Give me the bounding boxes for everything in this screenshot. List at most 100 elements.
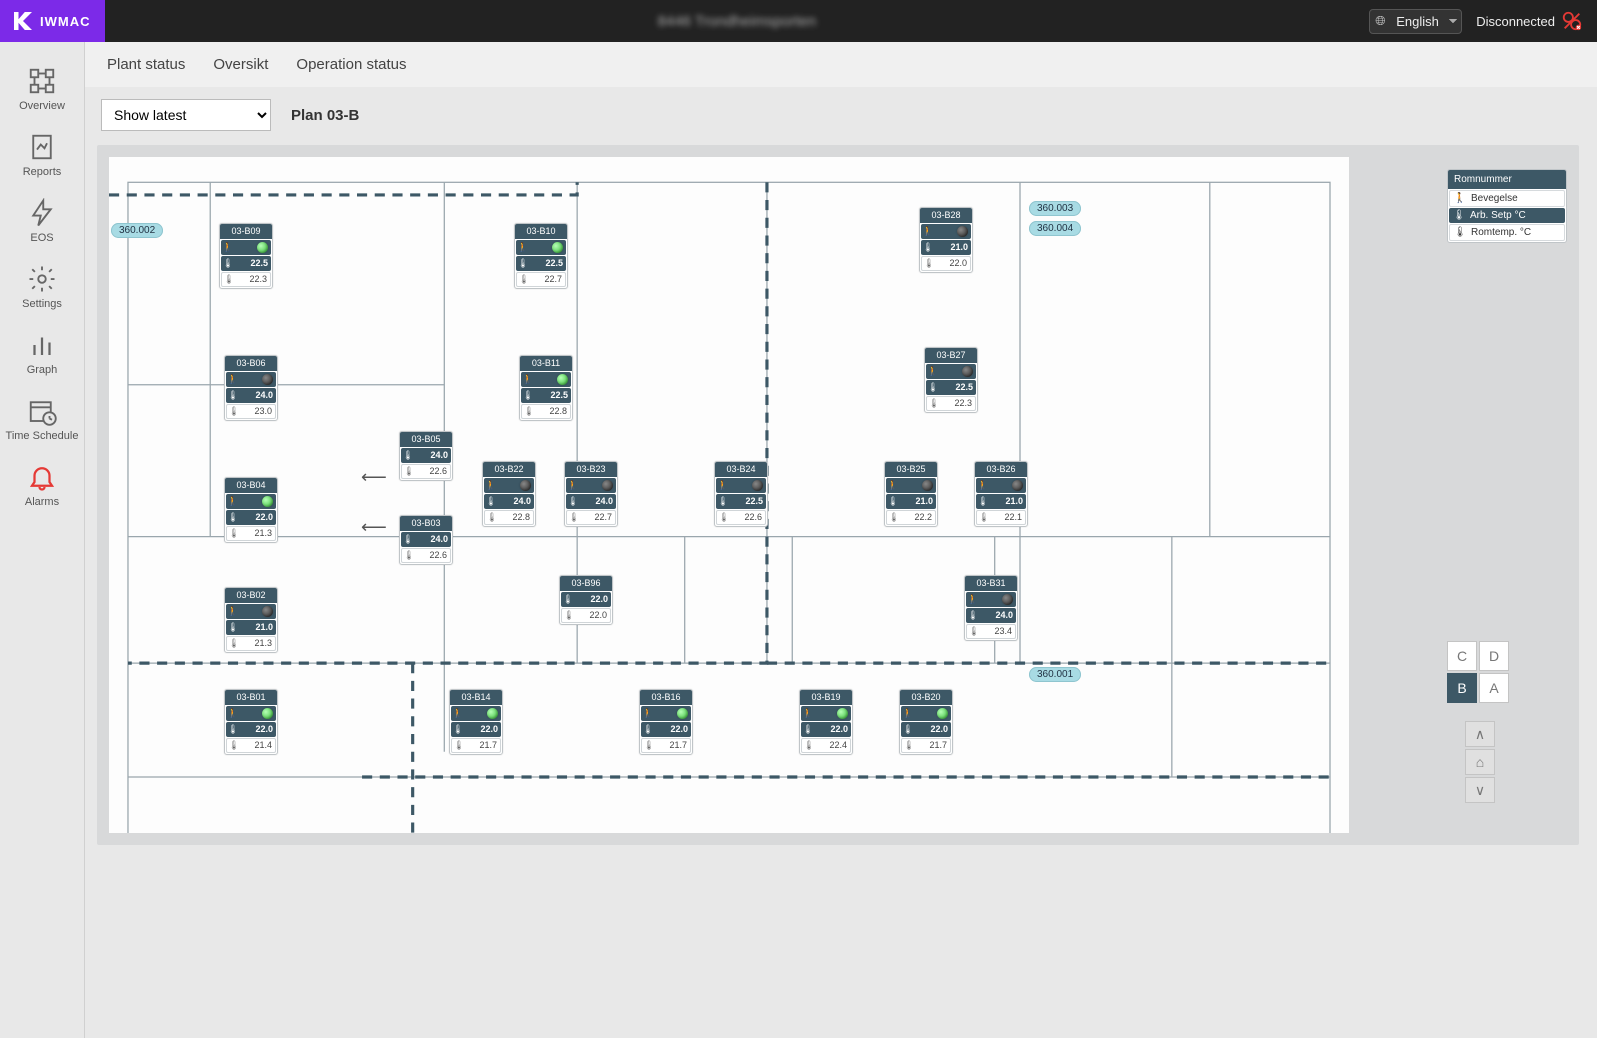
room-card[interactable]: 03-B09🚶🌡22.5🌡22.3 xyxy=(219,223,273,289)
room-card[interactable]: 03-B04🚶🌡22.0🌡21.3 xyxy=(224,477,278,543)
floorplan[interactable]: ⟵ ⟵ 360.002360.003360.004360.00103-B09🚶🌡… xyxy=(109,157,1349,833)
brand[interactable]: IWMAC xyxy=(0,0,105,42)
person-icon: 🚶 xyxy=(886,479,900,492)
thermometer-icon: 🌡 xyxy=(977,511,991,524)
room-card[interactable]: 03-B22🚶🌡24.0🌡22.8 xyxy=(482,461,536,527)
room-setpoint-value: 21.0 xyxy=(240,623,276,632)
nav-alarms-label: Alarms xyxy=(25,496,59,508)
bolt-icon xyxy=(27,198,57,228)
person-icon: 🚶 xyxy=(451,707,465,720)
nav-alarms[interactable]: Alarms xyxy=(0,452,84,518)
person-icon: 🚶 xyxy=(516,241,530,254)
floor-up-button[interactable]: ∧ xyxy=(1465,721,1495,747)
room-id: 03-B06 xyxy=(225,356,277,371)
room-setpoint-row: 🌡21.0 xyxy=(226,620,276,635)
room-setpoint-row: 🌡24.0 xyxy=(484,494,534,509)
room-card[interactable]: 03-B05🌡24.0🌡22.6 xyxy=(399,431,453,481)
room-id: 03-B09 xyxy=(220,224,272,239)
zone-button-d[interactable]: D xyxy=(1479,641,1509,671)
room-motion-row: 🚶 xyxy=(451,706,501,721)
motion-led-icon xyxy=(262,708,273,719)
zone-tag: 360.001 xyxy=(1029,667,1081,682)
room-setpoint-value: 22.0 xyxy=(465,725,501,734)
zone-button-c[interactable]: C xyxy=(1447,641,1477,671)
room-setpoint-value: 22.0 xyxy=(915,725,951,734)
room-motion-row: 🚶 xyxy=(641,706,691,721)
room-setpoint-value: 24.0 xyxy=(980,611,1016,620)
room-setpoint-value: 24.0 xyxy=(415,535,451,544)
person-icon: 🚶 xyxy=(221,241,235,254)
tab-plant-status[interactable]: Plant status xyxy=(107,56,185,73)
room-card[interactable]: 03-B96🌡22.0🌡22.0 xyxy=(559,575,613,625)
floor-home-button[interactable]: ⌂ xyxy=(1465,749,1495,775)
room-setpoint-row: 🌡22.0 xyxy=(226,510,276,525)
room-card[interactable]: 03-B16🚶🌡22.0🌡21.7 xyxy=(639,689,693,755)
room-card[interactable]: 03-B02 🚶 🌡21.0🌡21.3 xyxy=(224,587,278,653)
room-setpoint-row: 🌡22.0 xyxy=(226,722,276,737)
room-card[interactable]: 03-B23🚶🌡24.0🌡22.7 xyxy=(564,461,618,527)
floor-nav-stack: ∧ ⌂ ∨ xyxy=(1465,721,1495,803)
room-card[interactable]: 03-B27🚶🌡22.5🌡22.3 xyxy=(924,347,978,413)
zone-button-a[interactable]: A xyxy=(1479,673,1509,703)
room-id: 03-B19 xyxy=(800,690,852,705)
floor-down-button[interactable]: ∨ xyxy=(1465,777,1495,803)
room-card[interactable]: 03-B10🚶🌡22.5🌡22.7 xyxy=(514,223,568,289)
room-card[interactable]: 03-B28🚶🌡21.0🌡22.0 xyxy=(919,207,973,273)
room-motion-row: 🚶 xyxy=(516,240,566,255)
nav-reports[interactable]: Reports xyxy=(0,122,84,188)
room-card[interactable]: 03-B20🚶🌡22.0🌡21.7 xyxy=(899,689,953,755)
tab-operation-status[interactable]: Operation status xyxy=(296,56,406,73)
thermometer-icon: 🌡 xyxy=(887,511,901,524)
nav-settings[interactable]: Settings xyxy=(0,254,84,320)
room-card[interactable]: 03-B25🚶🌡21.0🌡22.2 xyxy=(884,461,938,527)
tab-oversikt[interactable]: Oversikt xyxy=(213,56,268,73)
room-card[interactable]: 03-B11🚶🌡22.5🌡22.8 xyxy=(519,355,573,421)
thermometer-icon: 🌡 xyxy=(801,723,815,736)
nav-time-schedule[interactable]: Time Schedule xyxy=(0,386,84,452)
room-setpoint-value: 22.0 xyxy=(575,595,611,604)
room-temp-value: 21.7 xyxy=(916,741,950,750)
room-temp-value: 21.4 xyxy=(241,741,275,750)
room-setpoint-value: 22.5 xyxy=(530,259,566,268)
zone-button-b[interactable]: B xyxy=(1447,673,1477,703)
show-latest-select[interactable]: Show latest xyxy=(101,99,271,131)
nav-overview-label: Overview xyxy=(19,100,65,112)
thermometer-icon: 🌡 xyxy=(402,465,416,478)
room-setpoint-row: 🌡24.0 xyxy=(401,532,451,547)
nav-eos[interactable]: EOS xyxy=(0,188,84,254)
thermometer-icon: 🌡 xyxy=(561,593,575,606)
room-card[interactable]: 03-B31🚶🌡24.0🌡23.4 xyxy=(964,575,1018,641)
room-setpoint-value: 22.5 xyxy=(730,497,766,506)
room-card[interactable]: 03-B01🚶🌡22.0🌡21.4 xyxy=(224,689,278,755)
thermometer-icon: 🌡 xyxy=(716,495,730,508)
main-content: Plant status Oversikt Operation status S… xyxy=(85,42,1597,1038)
room-card[interactable]: 03-B14🚶🌡22.0🌡21.7 xyxy=(449,689,503,755)
room-card[interactable]: 03-B24🚶🌡22.5🌡22.6 xyxy=(714,461,768,527)
thermometer-icon: 🌡 xyxy=(802,739,816,752)
nav-overview[interactable]: Overview xyxy=(0,56,84,122)
room-card[interactable]: 03-B26🚶🌡21.0🌡22.1 xyxy=(974,461,1028,527)
room-temp-row: 🌡21.3 xyxy=(226,636,276,651)
person-icon: 🚶 xyxy=(226,495,240,508)
thermometer-icon: 🌡 xyxy=(966,609,980,622)
person-icon: 🚶 xyxy=(226,605,240,618)
motion-led-icon xyxy=(262,496,273,507)
thermometer-icon: 🌡 xyxy=(562,609,576,622)
motion-led-icon xyxy=(520,480,531,491)
room-id: 03-B02 xyxy=(225,588,277,603)
room-card[interactable]: 03-B06🚶🌡24.0🌡23.0 xyxy=(224,355,278,421)
thermometer-icon: 🌡 xyxy=(227,739,241,752)
language-select[interactable]: English xyxy=(1369,9,1462,34)
room-card[interactable]: 03-B03🌡24.0🌡22.6 xyxy=(399,515,453,565)
thermometer-icon: 🌡 xyxy=(522,405,536,418)
person-icon: 🚶 xyxy=(641,707,655,720)
room-card[interactable]: 03-B19🚶🌡22.0🌡22.4 xyxy=(799,689,853,755)
disconnected-icon xyxy=(1561,10,1583,32)
room-setpoint-value: 22.0 xyxy=(240,513,276,522)
nav-graph[interactable]: Graph xyxy=(0,320,84,386)
room-temp-row: 🌡22.8 xyxy=(521,404,571,419)
motion-led-icon xyxy=(752,480,763,491)
sub-tabs: Plant status Oversikt Operation status xyxy=(85,42,1597,87)
thermometer-icon: 🌡 xyxy=(227,405,241,418)
thermometer-icon: 🌡 xyxy=(886,495,900,508)
